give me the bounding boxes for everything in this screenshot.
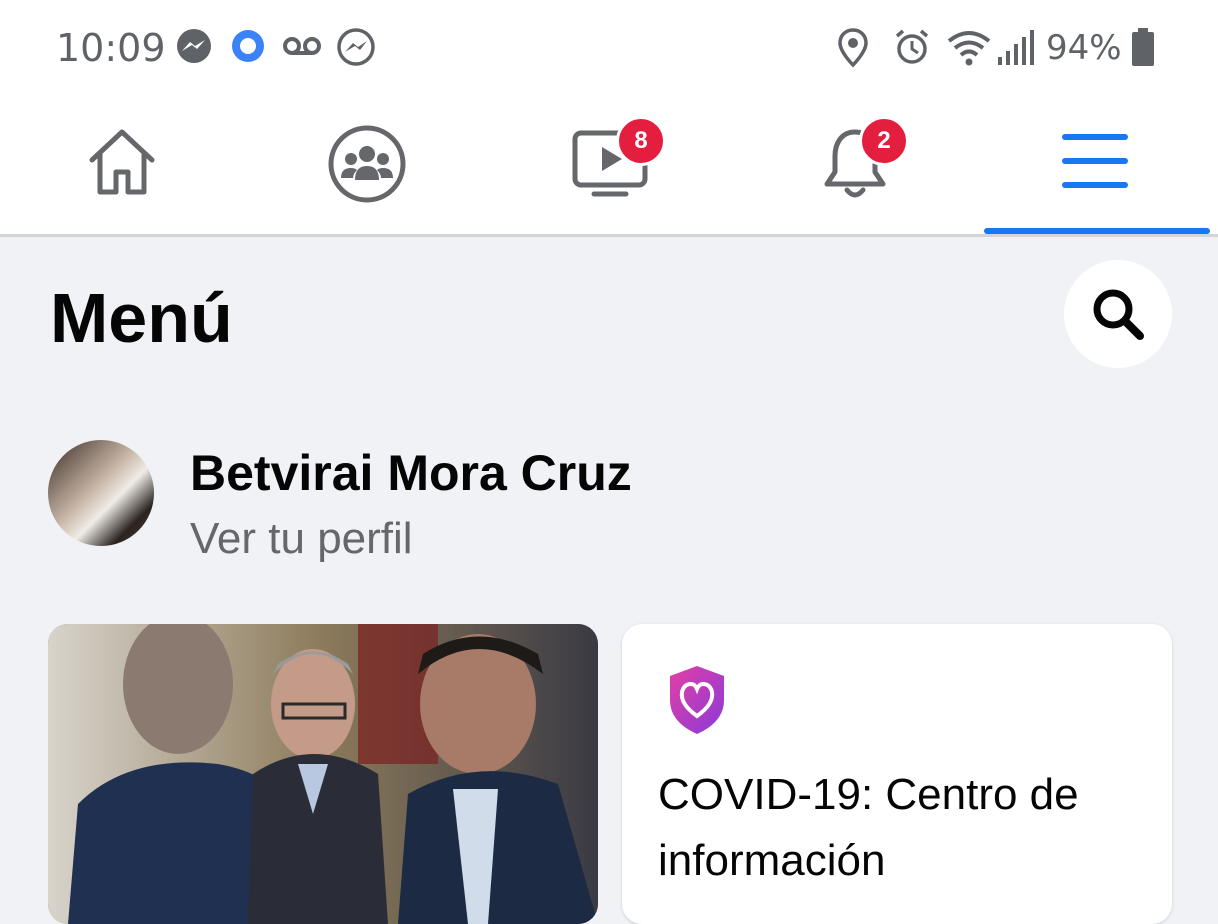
battery-icon [1132,28,1154,66]
signal-icon [998,30,1034,65]
search-icon [1093,289,1144,340]
alarm-icon [895,29,929,64]
circle-app-icon [232,30,264,62]
voicemail-icon [283,37,321,55]
tab-watch[interactable]: 8 [486,100,729,234]
watch-badge: 8 [616,116,666,166]
page-title: Menú [50,279,233,357]
messenger-outline-icon [337,28,375,66]
news-photo [48,624,598,924]
notifications-badge: 2 [859,116,909,166]
home-icon [89,129,155,195]
messenger-icon [177,29,211,63]
tab-notifications[interactable]: 2 [729,100,972,234]
profile-name[interactable]: Betvirai Mora Cruz [190,444,632,502]
search-button[interactable] [1064,260,1172,368]
groups-icon [328,125,406,203]
tab-menu[interactable] [972,100,1218,234]
view-profile-link[interactable]: Ver tu perfil [190,514,413,564]
avatar[interactable] [48,440,154,546]
location-icon [838,28,868,68]
battery-percent: 94% [1046,28,1122,68]
covid-shield-heart-icon [670,666,724,734]
active-tab-indicator [984,228,1210,234]
wifi-icon [947,31,991,66]
tab-groups[interactable] [243,100,486,234]
status-bar: 10:09 94% [0,0,1218,100]
status-time: 10:09 [56,26,166,70]
news-photo-card[interactable] [48,624,598,924]
top-nav-bar: 8 2 [0,100,1218,237]
covid-info-card[interactable]: COVID-19: Centro de información [622,624,1172,924]
tab-home[interactable] [0,100,243,234]
covid-card-title: COVID-19: Centro de información [658,770,1079,885]
hamburger-icon [1062,134,1128,188]
